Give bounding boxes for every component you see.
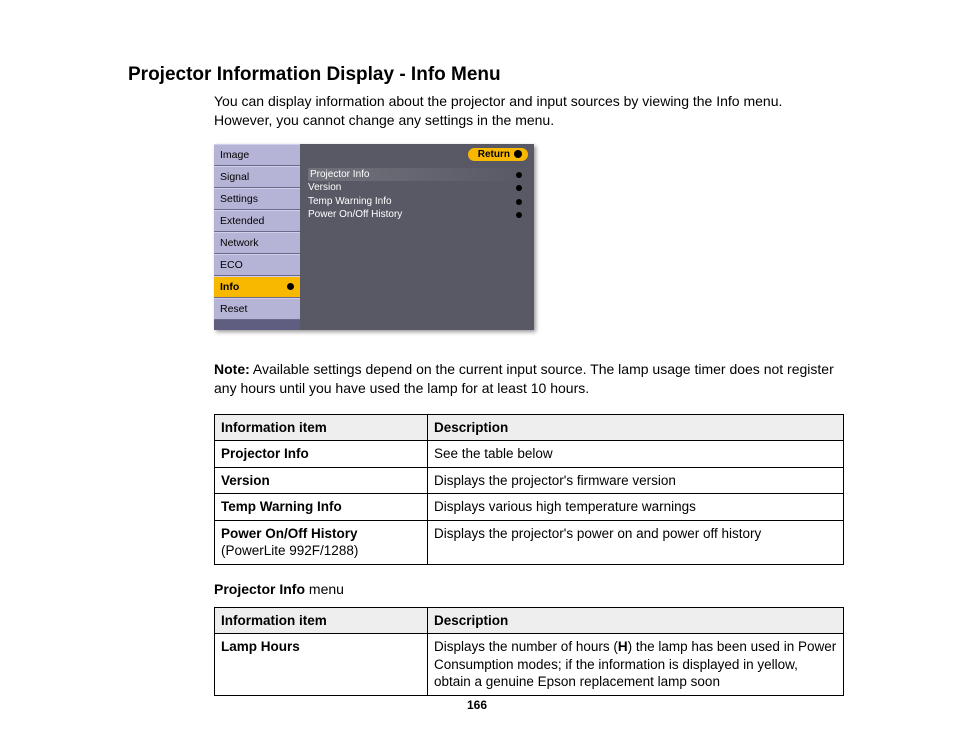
note-paragraph: Note: Available settings depend on the c… [214, 360, 844, 398]
info-desc-cell: See the table below [428, 441, 844, 468]
info-item-cell: Power On/Off History(PowerLite 992F/1288… [215, 520, 428, 564]
osd-menu-item: Reset [214, 298, 300, 320]
osd-menu-item: Info [214, 276, 300, 298]
osd-screenshot: ImageSignalSettingsExtendedNetworkECOInf… [214, 144, 534, 330]
osd-panel-item: Projector Info [308, 168, 526, 182]
info-table-2: Information item Description Lamp HoursD… [214, 607, 844, 696]
bullet-icon [516, 172, 522, 178]
info-item-cell: Version [215, 467, 428, 494]
t2-header-desc: Description [428, 607, 844, 634]
page-title: Projector Information Display - Info Men… [128, 64, 844, 86]
info-item-cell: Lamp Hours [215, 634, 428, 696]
osd-panel-item: Version [308, 181, 526, 195]
return-icon [514, 150, 522, 158]
info-desc-cell: Displays various high temperature warnin… [428, 494, 844, 521]
table-row: Lamp HoursDisplays the number of hours (… [215, 634, 844, 696]
osd-return-label: Return [478, 149, 510, 160]
osd-panel-item: Power On/Off History [308, 208, 526, 222]
osd-menu-item: Extended [214, 210, 300, 232]
info-desc-cell: Displays the number of hours (H) the lam… [428, 634, 844, 696]
bullet-icon [516, 185, 522, 191]
note-label: Note: [214, 361, 250, 377]
t2-header-item: Information item [215, 607, 428, 634]
intro-paragraph: You can display information about the pr… [214, 92, 844, 130]
osd-panel: Return Projector InfoVersionTemp Warning… [300, 144, 534, 330]
osd-item-list: Projector InfoVersionTemp Warning InfoPo… [308, 168, 526, 222]
t1-header-item: Information item [215, 414, 428, 441]
osd-menu-item: Image [214, 144, 300, 166]
table-row: Projector InfoSee the table below [215, 441, 844, 468]
t1-header-desc: Description [428, 414, 844, 441]
enter-icon [287, 283, 294, 290]
bullet-icon [516, 212, 522, 218]
subhead-rest: menu [305, 581, 344, 597]
osd-menu-item: Signal [214, 166, 300, 188]
info-desc-cell: Displays the projector's power on and po… [428, 520, 844, 564]
info-item-cell: Temp Warning Info [215, 494, 428, 521]
osd-menu-item: Network [214, 232, 300, 254]
osd-return-button: Return [468, 148, 528, 161]
osd-menu-item: Settings [214, 188, 300, 210]
osd-sidebar: ImageSignalSettingsExtendedNetworkECOInf… [214, 144, 300, 330]
osd-menu-item: ECO [214, 254, 300, 276]
bullet-icon [516, 199, 522, 205]
note-text: Available settings depend on the current… [214, 361, 834, 396]
subhead-bold: Projector Info [214, 581, 305, 597]
table-row: VersionDisplays the projector's firmware… [215, 467, 844, 494]
info-item-cell: Projector Info [215, 441, 428, 468]
projector-info-subheading: Projector Info menu [214, 581, 844, 597]
osd-panel-item: Temp Warning Info [308, 195, 526, 209]
table-row: Temp Warning InfoDisplays various high t… [215, 494, 844, 521]
info-desc-cell: Displays the projector's firmware versio… [428, 467, 844, 494]
info-table-1: Information item Description Projector I… [214, 414, 844, 565]
table-row: Power On/Off History(PowerLite 992F/1288… [215, 520, 844, 564]
page-number: 166 [0, 698, 954, 712]
